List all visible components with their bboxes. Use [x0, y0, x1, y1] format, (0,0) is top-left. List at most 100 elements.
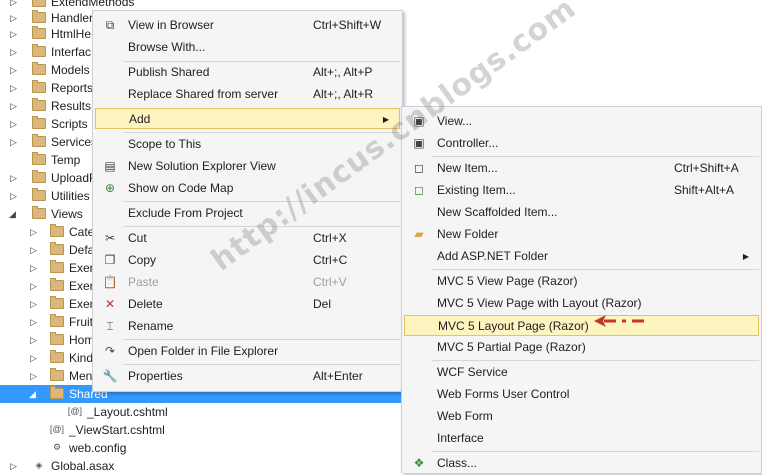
- menu-separator: [432, 156, 759, 157]
- code-map-icon: ⊕: [104, 181, 116, 195]
- expand-arrow-icon[interactable]: ▷: [10, 187, 18, 205]
- menu-item-view-in-browser[interactable]: ⧉ View in Browser Ctrl+Shift+W: [95, 15, 400, 36]
- menu-separator: [432, 269, 759, 270]
- paste-icon: 📋: [102, 275, 118, 289]
- submenu-item-mvc5-view-page[interactable]: MVC 5 View Page (Razor): [404, 271, 759, 292]
- folder-icon: [50, 350, 64, 363]
- submenu-item-mvc5-layout-page[interactable]: MVC 5 Layout Page (Razor): [404, 315, 759, 336]
- scissors-icon: ✂: [104, 231, 116, 245]
- folder-icon: [32, 62, 46, 75]
- menu-item-browse-with[interactable]: Browse With...: [95, 37, 400, 58]
- folder-icon: [50, 368, 64, 381]
- razor-file-icon: [@]: [49, 424, 65, 434]
- submenu-item-add-aspnet-folder[interactable]: Add ASP.NET Folder ▶: [404, 246, 759, 267]
- collapse-arrow-icon[interactable]: ◢: [9, 205, 17, 223]
- menu-item-add[interactable]: Add ▶: [95, 108, 400, 129]
- collapse-arrow-icon[interactable]: ◢: [29, 385, 37, 403]
- menu-item-open-folder-in-explorer[interactable]: ↷ Open Folder in File Explorer: [95, 341, 400, 362]
- submenu-item-class[interactable]: ❖ Class...: [404, 453, 759, 474]
- annotation-arrow-icon: [594, 315, 644, 327]
- expand-arrow-icon[interactable]: ▷: [10, 43, 18, 61]
- menu-item-scope-to-this[interactable]: Scope to This: [95, 134, 400, 155]
- menu-item-new-solution-explorer-view[interactable]: ▤ New Solution Explorer View: [95, 156, 400, 177]
- expand-arrow-icon[interactable]: ▷: [10, 61, 18, 79]
- rename-icon: ⌶: [106, 319, 114, 333]
- new-item-icon: ◻: [414, 161, 424, 175]
- expand-arrow-icon[interactable]: ▷: [10, 169, 18, 187]
- menu-item-show-on-code-map[interactable]: ⊕ Show on Code Map: [95, 178, 400, 199]
- folder-icon: [50, 314, 64, 327]
- menu-separator: [123, 132, 400, 133]
- delete-icon: ✕: [104, 297, 116, 311]
- wrench-icon: 🔧: [102, 369, 118, 383]
- expand-arrow-icon[interactable]: ▷: [30, 367, 38, 385]
- expand-arrow-icon[interactable]: ▷: [30, 241, 38, 259]
- submenu-item-new-folder[interactable]: ▰ New Folder: [404, 224, 759, 245]
- menu-item-copy[interactable]: ❐ Copy Ctrl+C: [95, 250, 400, 271]
- submenu-item-controller[interactable]: ▣ Controller...: [404, 133, 759, 154]
- submenu-item-existing-item[interactable]: ◻ Existing Item... Shift+Alt+A: [404, 180, 759, 201]
- menu-item-delete[interactable]: ✕ Delete Del: [95, 294, 400, 315]
- folder-icon: [32, 206, 46, 219]
- submenu-item-new-scaffolded-item[interactable]: New Scaffolded Item...: [404, 202, 759, 223]
- submenu-item-wcf-service[interactable]: WCF Service: [404, 362, 759, 383]
- new-folder-icon: ▰: [414, 227, 424, 241]
- copy-icon: ❐: [104, 253, 116, 267]
- expand-arrow-icon[interactable]: ▷: [30, 331, 38, 349]
- config-file-icon: ⚙: [52, 442, 62, 452]
- expand-arrow-icon[interactable]: ▷: [10, 25, 18, 43]
- folder-icon: [32, 0, 46, 7]
- context-menu: ⧉ View in Browser Ctrl+Shift+W Browse Wi…: [92, 10, 403, 392]
- global-file-icon: ◈: [35, 460, 43, 470]
- folder-icon: [32, 44, 46, 57]
- add-submenu: ▣ View... ▣ Controller... ◻ New Item... …: [401, 106, 762, 473]
- expand-arrow-icon[interactable]: ▷: [30, 259, 38, 277]
- folder-icon: [50, 386, 64, 399]
- folder-icon: [50, 332, 64, 345]
- new-view-icon: ▤: [104, 159, 116, 173]
- expand-arrow-icon[interactable]: ▷: [10, 457, 18, 475]
- menu-item-properties[interactable]: 🔧 Properties Alt+Enter: [95, 366, 400, 387]
- menu-item-replace-shared[interactable]: Replace Shared from server Alt+;, Alt+R: [95, 84, 400, 105]
- expand-arrow-icon[interactable]: ▷: [10, 79, 18, 97]
- submenu-item-new-item[interactable]: ◻ New Item... Ctrl+Shift+A: [404, 158, 759, 179]
- class-icon: ❖: [413, 456, 425, 470]
- expand-arrow-icon[interactable]: ▷: [30, 313, 38, 331]
- browser-icon: ⧉: [105, 18, 115, 32]
- folder-icon: [32, 98, 46, 111]
- folder-icon: [32, 188, 46, 201]
- menu-item-publish-shared[interactable]: Publish Shared Alt+;, Alt+P: [95, 62, 400, 83]
- folder-icon: [32, 134, 46, 147]
- submenu-item-web-forms-user-control[interactable]: Web Forms User Control: [404, 384, 759, 405]
- submenu-item-mvc5-partial-page[interactable]: MVC 5 Partial Page (Razor): [404, 337, 759, 358]
- folder-icon: [32, 170, 46, 183]
- folder-icon: [32, 152, 46, 165]
- expand-arrow-icon[interactable]: ▷: [10, 97, 18, 115]
- controller-icon: ▣: [413, 136, 425, 150]
- razor-file-icon: [@]: [67, 406, 83, 416]
- folder-icon: [50, 260, 64, 273]
- submenu-item-web-form[interactable]: Web Form: [404, 406, 759, 427]
- expand-arrow-icon[interactable]: ▷: [30, 349, 38, 367]
- menu-item-rename[interactable]: ⌶ Rename: [95, 316, 400, 337]
- expand-arrow-icon[interactable]: ▷: [30, 295, 38, 313]
- submenu-item-view[interactable]: ▣ View...: [404, 111, 759, 132]
- menu-separator: [432, 451, 759, 452]
- submenu-item-interface[interactable]: Interface: [404, 428, 759, 449]
- menu-item-paste[interactable]: 📋 Paste Ctrl+V: [95, 272, 400, 293]
- view-icon: ▣: [413, 114, 425, 128]
- menu-separator: [123, 226, 400, 227]
- expand-arrow-icon[interactable]: ▷: [10, 133, 18, 151]
- menu-separator: [123, 201, 400, 202]
- folder-icon: [32, 80, 46, 93]
- expand-arrow-icon[interactable]: ▷: [30, 223, 38, 241]
- menu-item-exclude-from-project[interactable]: Exclude From Project: [95, 203, 400, 224]
- folder-icon: [32, 26, 46, 39]
- submenu-arrow-icon: ▶: [382, 115, 389, 124]
- existing-item-icon: ◻: [414, 183, 424, 197]
- expand-arrow-icon[interactable]: ▷: [10, 115, 18, 133]
- folder-icon: [50, 296, 64, 309]
- submenu-item-mvc5-view-page-layout[interactable]: MVC 5 View Page with Layout (Razor): [404, 293, 759, 314]
- menu-item-cut[interactable]: ✂ Cut Ctrl+X: [95, 228, 400, 249]
- expand-arrow-icon[interactable]: ▷: [30, 277, 38, 295]
